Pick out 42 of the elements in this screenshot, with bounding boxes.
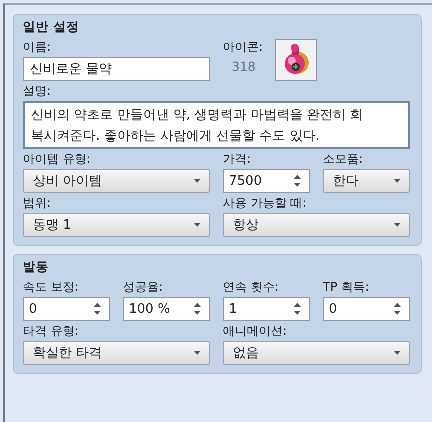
dropdown[interactable]: 항상: [223, 213, 410, 237]
field-label: 범위:: [23, 195, 52, 211]
number-field[interactable]: 0: [23, 297, 110, 321]
spinner-arrows-icon: [294, 303, 301, 315]
dropdown[interactable]: 확실한 타격: [23, 341, 210, 365]
field-label: 성공율:: [123, 279, 164, 295]
number-field[interactable]: 7500: [223, 169, 310, 193]
number-field[interactable]: 1: [223, 297, 310, 321]
number-field[interactable]: 0: [323, 297, 410, 321]
dropdown[interactable]: 동맹 1: [23, 213, 210, 237]
field-label: 아이콘:: [223, 39, 264, 55]
caret-icon: [394, 351, 401, 355]
field-label: 설명:: [23, 83, 52, 99]
section-title: 발동: [23, 259, 50, 276]
spinner-arrows-icon: [294, 175, 301, 187]
number-field[interactable]: 100 %: [123, 297, 210, 321]
field-label: 아이템 유형:: [23, 151, 92, 167]
spinner-arrows-icon: [394, 303, 401, 315]
dropdown[interactable]: 없음: [223, 341, 410, 365]
caret-icon: [394, 223, 401, 227]
section-title: 일반 설정: [23, 19, 80, 36]
field-label: 타격 유형:: [23, 323, 80, 339]
field-label: 소모품:: [323, 151, 364, 167]
field-label: 연속 횟수:: [223, 279, 280, 295]
caret-icon: [194, 223, 201, 227]
field-label: 가격:: [223, 151, 252, 167]
field-label: 사용 가능할 때:: [223, 195, 308, 211]
field-label: 속도 보정:: [23, 279, 80, 295]
description-field[interactable]: 신비의 약초로 만들어낸 약, 생명력과 마법력을 완전히 회복시켜준다. 좋아하는 사람에게 선물할 수도 있다.: [23, 101, 410, 149]
field-label: TP 획득:: [323, 279, 370, 295]
spinner-arrows-icon: [194, 303, 201, 315]
caret-icon: [194, 351, 201, 355]
icon-index: 318: [231, 59, 257, 74]
spinner-arrows-icon: [94, 303, 101, 315]
caret-icon: [194, 179, 201, 183]
name-field[interactable]: 신비로운 물약: [23, 57, 210, 81]
dropdown[interactable]: 상비 아이템: [23, 169, 210, 193]
field-label: 애니메이션:: [223, 323, 288, 339]
field-label: 이름:: [23, 39, 52, 55]
icon-picker[interactable]: [275, 39, 318, 81]
caret-icon: [394, 179, 401, 183]
dropdown[interactable]: 한다: [323, 169, 410, 193]
